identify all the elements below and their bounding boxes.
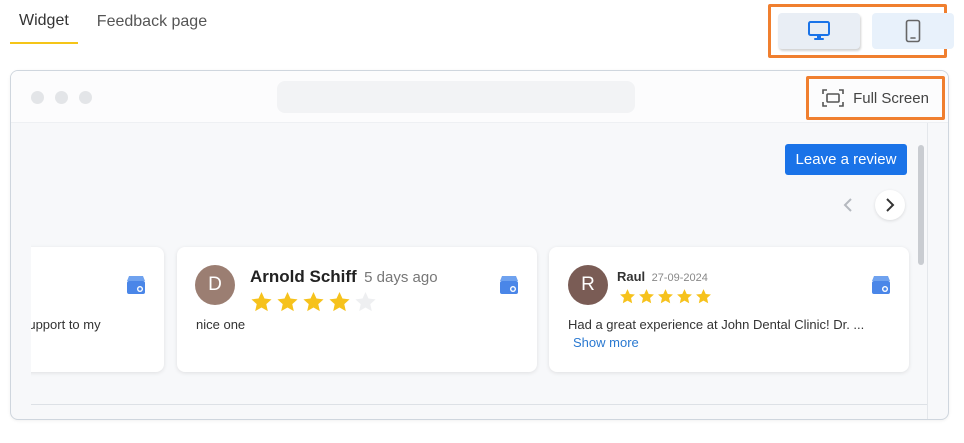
- mobile-view-button[interactable]: [872, 13, 954, 49]
- chevron-right-icon: [886, 198, 895, 212]
- window-dot-icon: [55, 91, 68, 104]
- tab-widget[interactable]: Widget: [10, 0, 78, 44]
- review-date: 5 days ago: [364, 269, 438, 286]
- avatar: R: [568, 265, 608, 305]
- window-dot-icon: [79, 91, 92, 104]
- full-screen-button[interactable]: Full Screen: [806, 76, 945, 120]
- carousel-prev-button[interactable]: [833, 190, 863, 220]
- tab-bar: Widget Feedback page: [10, 0, 216, 44]
- star-filled-icon: [658, 289, 673, 304]
- full-screen-label: Full Screen: [853, 89, 929, 107]
- google-my-business-icon: [872, 276, 890, 294]
- star-filled-icon: [620, 289, 635, 304]
- review-card: D Arnold Schiff 5 days ago nice one: [177, 247, 537, 372]
- carousel-track-line: [31, 404, 927, 405]
- star-rating: [250, 291, 377, 313]
- star-filled-icon: [251, 291, 272, 312]
- browser-toolbar: Full Screen: [11, 71, 948, 123]
- address-bar: [277, 81, 635, 113]
- full-screen-icon: [822, 89, 844, 107]
- desktop-icon: [808, 21, 830, 40]
- avatar: D: [195, 265, 235, 305]
- tab-feedback-page[interactable]: Feedback page: [88, 0, 216, 44]
- star-filled-icon: [639, 289, 654, 304]
- divider: [927, 123, 928, 419]
- review-card: R Raul 27-09-2024 Had a great experience…: [549, 247, 909, 372]
- window-dot-icon: [31, 91, 44, 104]
- star-filled-icon: [329, 291, 350, 312]
- mobile-icon: [905, 19, 921, 43]
- star-filled-icon: [677, 289, 692, 304]
- review-text: nice one: [196, 317, 246, 332]
- reviewer-name: Raul: [617, 269, 646, 284]
- review-text: Had a great experience at John Dental Cl…: [568, 317, 865, 332]
- leave-review-button[interactable]: Leave a review: [785, 144, 907, 175]
- show-more-link[interactable]: Show more: [573, 335, 639, 350]
- google-my-business-icon: [500, 276, 518, 294]
- desktop-view-button[interactable]: [778, 13, 860, 49]
- review-carousel: n support to my D Arnold Schiff 5 days a…: [31, 241, 921, 381]
- chevron-left-icon: [843, 198, 852, 212]
- star-filled-icon: [277, 291, 298, 312]
- star-empty-icon: [355, 291, 376, 312]
- review-date: 27-09-2024: [651, 272, 708, 284]
- carousel-next-button[interactable]: [875, 190, 905, 220]
- device-switch: [768, 4, 954, 58]
- star-rating: [619, 288, 712, 305]
- star-filled-icon: [696, 289, 711, 304]
- widget-preview-frame: Full Screen Leave a review n support to …: [10, 70, 949, 420]
- reviewer-name: Arnold Schiff: [250, 267, 357, 286]
- review-text: n support to my: [31, 317, 101, 332]
- review-card: n support to my: [31, 247, 164, 372]
- star-filled-icon: [303, 291, 324, 312]
- google-my-business-icon: [127, 276, 145, 294]
